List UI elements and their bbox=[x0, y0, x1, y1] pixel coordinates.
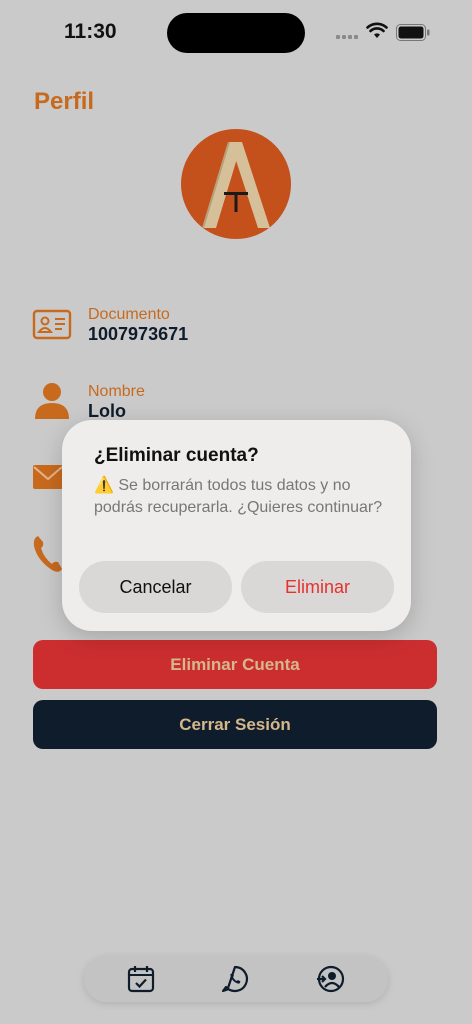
delete-account-button[interactable]: Eliminar Cuenta bbox=[33, 640, 437, 689]
cancel-button[interactable]: Cancelar bbox=[79, 561, 232, 613]
document-value: 1007973671 bbox=[88, 324, 189, 344]
dynamic-island bbox=[167, 13, 305, 53]
phone-icon bbox=[33, 536, 62, 572]
company-logo bbox=[181, 129, 291, 239]
person-icon bbox=[35, 383, 69, 419]
id-card-icon bbox=[32, 309, 72, 340]
calendar-check-icon[interactable] bbox=[126, 964, 156, 994]
dialog-title: ¿Eliminar cuenta? bbox=[94, 445, 259, 466]
warning-icon: ⚠️ bbox=[94, 477, 114, 494]
whatsapp-icon[interactable] bbox=[220, 964, 250, 994]
status-time: 11:30 bbox=[64, 20, 117, 43]
profile-switch-icon[interactable] bbox=[315, 964, 345, 994]
cellular-signal-icon bbox=[336, 35, 360, 40]
dialog-message: ⚠️ Se borrarán todos tus datos y no podr… bbox=[94, 475, 384, 519]
status-bar: 11:30 bbox=[0, 0, 472, 64]
logout-button[interactable]: Cerrar Sesión bbox=[33, 700, 437, 749]
document-label: Documento bbox=[88, 306, 170, 323]
page-title: Perfil bbox=[34, 88, 95, 115]
battery-icon bbox=[396, 24, 430, 41]
name-value: Lolo bbox=[88, 401, 126, 421]
confirm-delete-button[interactable]: Eliminar bbox=[241, 561, 394, 613]
mail-icon bbox=[33, 465, 63, 489]
wifi-icon bbox=[366, 22, 388, 38]
dialog-message-text: Se borrarán todos tus datos y no podrás … bbox=[94, 477, 383, 516]
document-field: Documento 1007973671 bbox=[32, 306, 232, 350]
name-label: Nombre bbox=[88, 383, 145, 400]
tab-bar bbox=[84, 956, 388, 1002]
delete-account-dialog: ¿Eliminar cuenta? ⚠️ Se borrarán todos t… bbox=[62, 420, 411, 631]
